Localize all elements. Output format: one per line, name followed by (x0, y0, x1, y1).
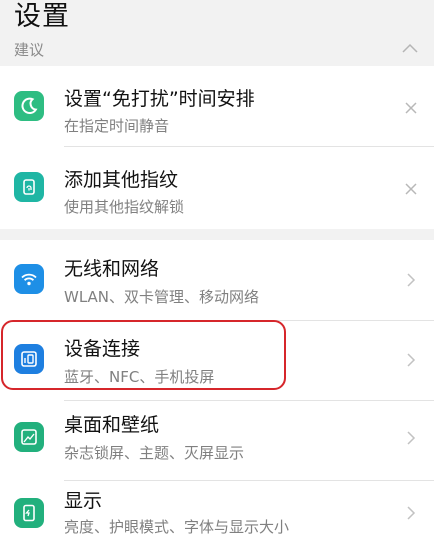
divider (64, 146, 434, 147)
settings-item-label: 显示 (64, 490, 103, 512)
settings-item-subtitle: 亮度、护眼模式、字体与显示大小 (64, 518, 290, 536)
settings-item-desktop-wallpaper[interactable]: 桌面和壁纸 杂志锁屏、主题、灭屏显示 (0, 400, 434, 481)
suggestion-title: 添加其他指纹 (64, 169, 179, 191)
page-title: 设置 (14, 1, 70, 32)
chevron-right-icon (407, 353, 416, 367)
settings-item-label: 无线和网络 (64, 258, 160, 280)
fingerprint-icon (14, 172, 44, 202)
settings-item-wireless-network[interactable]: 无线和网络 WLAN、双卡管理、移动网络 (0, 240, 434, 321)
moon-icon (14, 91, 44, 121)
chevron-up-icon[interactable] (400, 41, 420, 55)
suggestions-section-label: 建议 (14, 41, 45, 59)
suggestion-add-fingerprint[interactable]: 添加其他指纹 使用其他指纹解锁 (0, 148, 434, 229)
suggestion-title: 设置“免打扰”时间安排 (64, 88, 255, 110)
chevron-right-icon (407, 273, 416, 287)
chevron-right-icon (407, 506, 416, 520)
settings-item-label: 桌面和壁纸 (64, 414, 160, 436)
settings-item-subtitle: WLAN、双卡管理、移动网络 (64, 288, 260, 306)
settings-item-display[interactable]: 显示 亮度、护眼模式、字体与显示大小 (0, 480, 434, 536)
display-icon (14, 498, 44, 528)
close-icon[interactable] (404, 181, 418, 197)
settings-item-subtitle: 杂志锁屏、主题、灭屏显示 (64, 444, 245, 462)
suggestion-subtitle: 使用其他指纹解锁 (64, 198, 185, 216)
annotation-highlight-box (1, 320, 286, 390)
wallpaper-icon (14, 422, 44, 452)
wifi-icon (14, 264, 44, 294)
settings-screen: 设置 建议 设置“免打扰”时间安排 在指定时间静音 添加其他指纹 使用其他指纹解… (0, 0, 434, 536)
suggestion-subtitle: 在指定时间静音 (64, 117, 170, 135)
close-icon[interactable] (404, 100, 418, 116)
chevron-right-icon (407, 431, 416, 445)
suggestions-card: 设置“免打扰”时间安排 在指定时间静音 添加其他指纹 使用其他指纹解锁 (0, 66, 434, 229)
suggestion-do-not-disturb[interactable]: 设置“免打扰”时间安排 在指定时间静音 (0, 66, 434, 147)
